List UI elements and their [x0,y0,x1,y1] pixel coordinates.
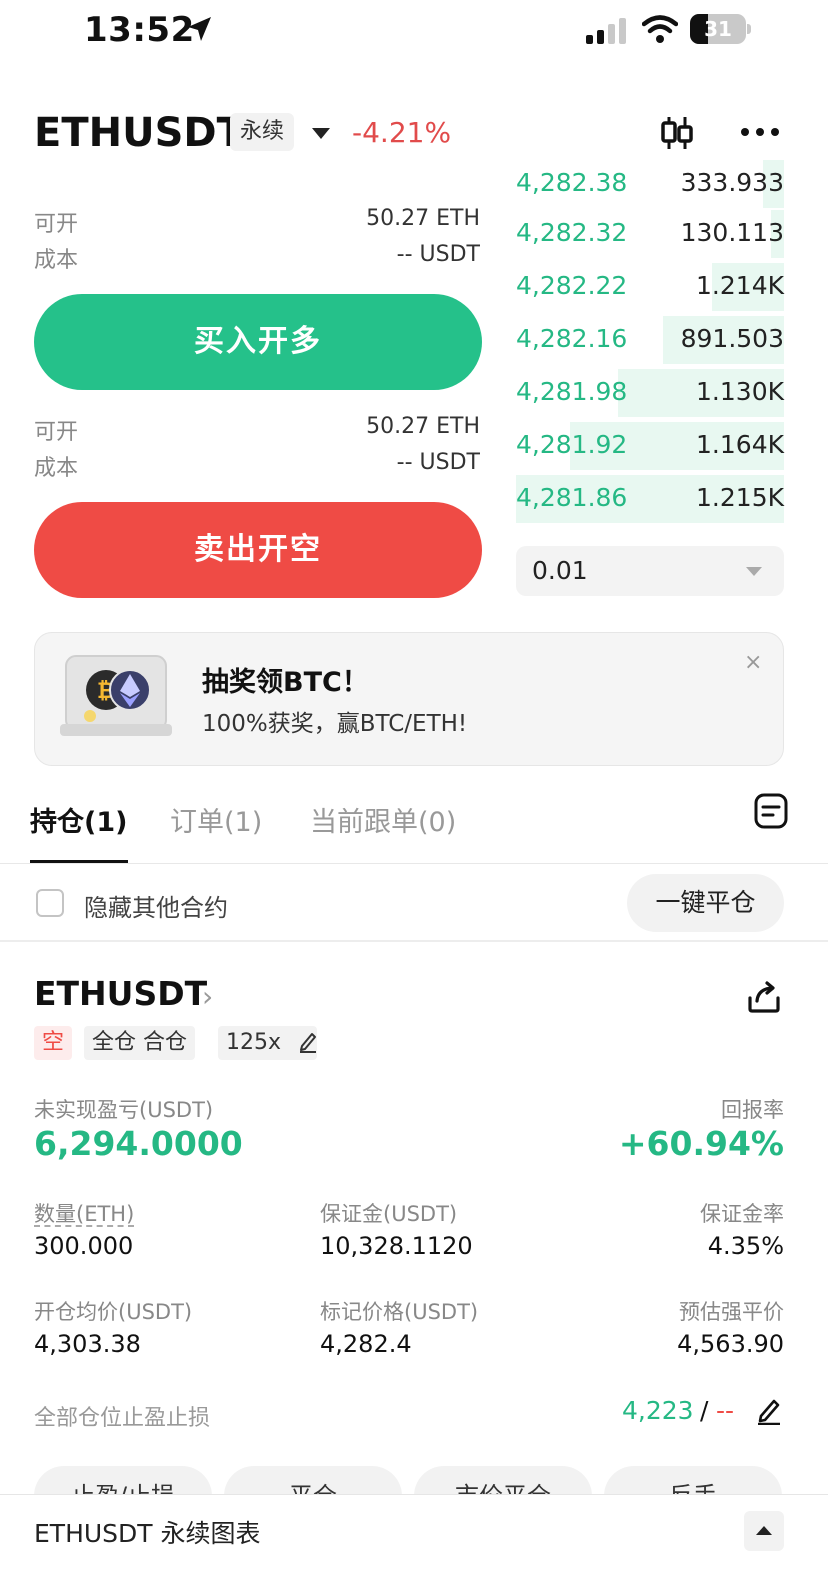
long-cost-value: -- USDT [396,242,480,267]
side-tag: 空 [34,1026,73,1060]
wifi-icon [642,15,678,43]
chevron-right-icon[interactable]: › [202,980,213,1013]
cellular-signal-icon [586,18,626,44]
short-available-value: 50.27 ETH [366,414,480,439]
status-time: 13:52 [84,10,195,50]
contract-type-badge[interactable]: 永续 [230,113,295,151]
tab-copy-trades[interactable]: 当前跟单(0) [310,800,456,839]
entry-price-label: 开仓均价(USDT) [34,1300,193,1324]
price-change: -4.21% [352,116,452,149]
liquidation-price-label: 预估强平价 [679,1300,784,1324]
banner-title: 抽奖领BTC！ [202,667,369,698]
orderbook-quantity: 1.130K [696,377,784,406]
orderbook-price[interactable]: 4,282.38 [516,168,627,197]
long-available-value: 50.27 ETH [366,206,480,231]
mark-price-value: 4,282.4 [320,1330,412,1358]
tpsl-separator: / [700,1396,709,1425]
orderbook-quantity: 130.113 [680,218,784,247]
order-history-icon[interactable] [752,792,790,830]
quantity-label[interactable]: 数量(ETH) [34,1198,134,1228]
banner-subtitle: 100%获奖，赢BTC/ETH! [202,711,468,737]
close-all-button[interactable]: 一键平仓 [627,874,784,932]
tab-divider [0,863,828,864]
stop-loss-value: -- [716,1396,735,1425]
chevron-down-icon [746,567,762,576]
position-symbol[interactable]: ETHUSDT [34,974,207,1013]
battery-icon: 31 [690,14,752,44]
tpsl-label: 全部仓位止盈止损 [34,1406,211,1431]
precision-value: 0.01 [532,556,588,585]
edit-leverage-icon[interactable] [298,1031,318,1053]
candlestick-icon[interactable] [658,114,696,152]
margin-ratio-value: 4.35% [707,1232,784,1260]
long-cost-label: 成本 [34,248,79,273]
crypto-coins-illustration: ₿ [60,655,172,736]
entry-price-value: 4,303.38 [34,1330,141,1358]
more-icon[interactable] [740,122,780,142]
buy-long-button[interactable]: 买入开多 [34,294,482,390]
margin-mode-tag: 全仓 合仓 [84,1026,195,1060]
long-available-label: 可开 [34,212,79,237]
hide-other-contracts-checkbox[interactable] [36,889,64,917]
battery-level: 31 [704,17,732,41]
orderbook-price[interactable]: 4,282.22 [516,271,627,300]
tab-orders[interactable]: 订单(1) [170,800,262,839]
unrealized-pnl-value: 6,294.0000 [34,1124,243,1163]
section-divider [0,940,828,942]
mark-price-label: 标记价格(USDT) [320,1300,479,1324]
orderbook-price[interactable]: 4,282.16 [516,324,627,353]
orderbook-quantity: 1.164K [696,430,784,459]
orderbook-quantity: 1.215K [696,483,784,512]
short-available-label: 可开 [34,420,79,445]
roe-value: +60.94% [618,1124,784,1163]
quantity-value: 300.000 [34,1232,134,1260]
close-icon[interactable]: × [744,650,762,675]
chart-bar-title[interactable]: ETHUSDT 永续图表 [34,1514,261,1550]
orderbook-quantity: 333.933 [680,168,784,197]
margin-value: 10,328.1120 [320,1232,473,1260]
take-profit-value: 4,223 [622,1396,694,1425]
orderbook-quantity: 1.214K [696,271,784,300]
orderbook-quantity: 891.503 [680,324,784,353]
order-book: 4,282.38 333.933 4,282.32 130.113 4,282.22 1.… [510,160,800,530]
orderbook-price[interactable]: 4,281.92 [516,430,627,459]
roe-label: 回报率 [721,1098,784,1122]
short-cost-label: 成本 [34,456,79,481]
location-arrow-icon [188,17,211,41]
chevron-up-icon [756,1526,772,1535]
tab-positions[interactable]: 持仓(1) [30,800,127,839]
margin-ratio-label: 保证金率 [700,1202,784,1226]
sell-short-button[interactable]: 卖出开空 [34,502,482,598]
expand-chart-button[interactable] [744,1511,784,1551]
margin-label: 保证金(USDT) [320,1202,458,1226]
share-icon[interactable] [746,980,782,1014]
symbol-title[interactable]: ETHUSDT [34,110,244,156]
orderbook-price[interactable]: 4,281.86 [516,483,627,512]
unrealized-pnl-label: 未实现盈亏(USDT) [34,1098,214,1122]
orderbook-price[interactable]: 4,281.98 [516,377,627,406]
orderbook-price[interactable]: 4,282.32 [516,218,627,247]
edit-tpsl-icon[interactable] [756,1397,782,1425]
hide-other-contracts-label[interactable]: 隐藏其他合约 [84,888,228,923]
short-cost-value: -- USDT [396,450,480,475]
liquidation-price-value: 4,563.90 [677,1330,784,1358]
symbol-dropdown-caret-icon[interactable] [312,128,330,139]
